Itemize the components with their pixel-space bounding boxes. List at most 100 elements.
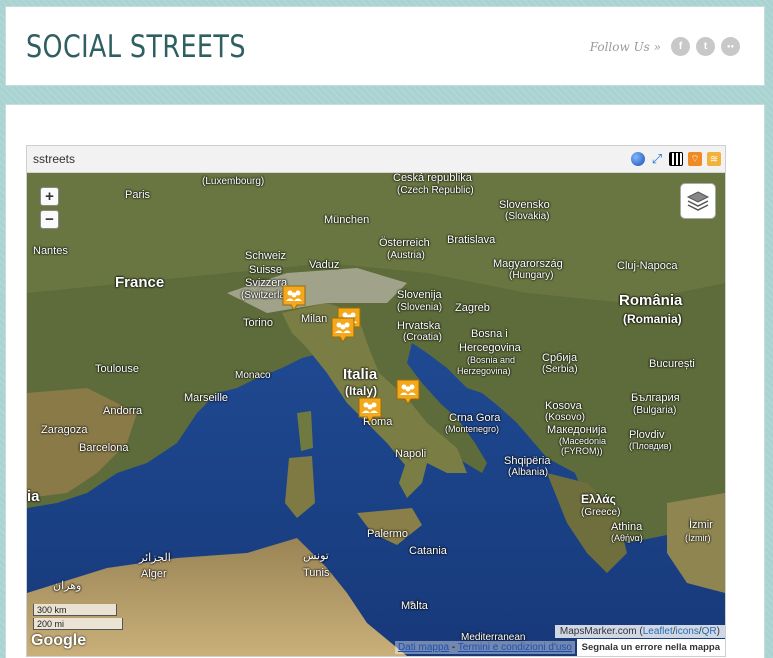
map-label-catania: Catania (409, 545, 447, 557)
map-label-bosnia: (Bosnia and (467, 355, 516, 365)
map-label-monaco: Monaco (235, 370, 271, 381)
map-label-serbia: (Serbia) (542, 364, 578, 375)
map-label-izmir: İzmir (689, 519, 713, 531)
map-label-athina-gr: (Αθήνα) (611, 533, 643, 543)
facebook-icon[interactable]: f (671, 37, 690, 56)
layers-button[interactable] (680, 183, 716, 219)
map-label-kosova: Kosova (545, 400, 582, 412)
map-marker-social-street[interactable] (396, 379, 420, 405)
map-label-plovdiv-bg: (Пловдив) (629, 441, 672, 451)
map-label-makedonija: Македонија (547, 424, 607, 436)
group-icon (282, 285, 306, 311)
map-label-milano: Milan (301, 313, 328, 325)
map-label-greece: (Greece) (581, 507, 621, 518)
attrib-separator: - (449, 642, 458, 653)
zoom-out-button[interactable]: − (40, 210, 59, 229)
map-label-france: France (115, 274, 165, 291)
map-label-italy: (Italy) (345, 384, 378, 398)
map-label-bulgaria-sub: (Bulgaria) (633, 405, 677, 416)
map-label-torino: Torino (243, 317, 273, 329)
google-earth-icon[interactable] (631, 152, 645, 166)
map-label-ellada: Ελλάς (581, 492, 616, 506)
map-label-barcelona: Barcelona (79, 442, 129, 454)
map-label-croatia: (Croatia) (403, 332, 442, 343)
map-label-shqiperia: Shqipëria (504, 455, 551, 467)
rss-feed-icon[interactable]: ⌔ (688, 152, 702, 166)
map-label-albania: (Albania) (508, 467, 549, 478)
map-label-crna-gora: Crna Gora (449, 412, 501, 424)
map-label-toulouse: Toulouse (95, 363, 140, 375)
scale-mi: 200 mi (33, 618, 123, 630)
map-attribution: Dati mappa - Termini e condizioni d'uso (394, 641, 575, 654)
map-label-romania: România (619, 292, 683, 309)
map-label-alger: Alger (141, 568, 167, 580)
map-label-malta: Malta (401, 600, 428, 612)
map-widget: sstreets ⤢ ⌔ ≋ + − (Luxembourg) Česká re… (26, 145, 726, 657)
qr-link[interactable]: QR (702, 626, 717, 637)
map-label-athina: Athina (611, 521, 643, 533)
map-label-slovenija: Slovenija (397, 289, 442, 301)
map-label-osterreich: Österreich (379, 237, 430, 249)
map-title: sstreets (33, 152, 76, 166)
map-label-cluj: Cluj-Napoca (617, 260, 678, 272)
map-label-tunis: Tunis (303, 567, 330, 579)
geo-rss-icon[interactable]: ≋ (707, 152, 721, 166)
map-label-zaragoza: Zaragoza (41, 424, 88, 436)
map-label-romania-sub: (Romania) (623, 312, 682, 326)
map-label-hercegovina: Hercegovina (459, 342, 521, 354)
map-label-marseille: Marseille (184, 392, 229, 404)
map-label-vaduz: Vaduz (309, 259, 340, 271)
follow-label: Follow Us » (589, 39, 661, 54)
map-label-osterreich-sub: (Austria) (387, 250, 425, 261)
site-title[interactable]: SOCIAL STREETS (26, 29, 246, 65)
qr-code-icon[interactable] (669, 152, 683, 166)
report-error-link[interactable]: Segnala un errore nella mappa (576, 639, 725, 656)
map-label-napoli: Napoli (395, 448, 427, 460)
map-label-palermo: Palermo (367, 528, 408, 540)
map-label-fyrom: (FYROM)) (561, 446, 603, 456)
map-label-wahran: وهران (53, 580, 82, 592)
google-logo: Google (31, 632, 87, 649)
map-label-magyarorszag-sub: (Hungary) (509, 270, 554, 281)
fullscreen-icon[interactable]: ⤢ (650, 151, 664, 166)
map-label-izmir-tr: (İzmir) (685, 533, 711, 543)
map-label-suisse: Suisse (249, 264, 283, 276)
map-marker-social-street[interactable] (282, 285, 306, 311)
map-label-paris: Paris (125, 189, 151, 201)
map-marker-social-street[interactable] (331, 317, 355, 343)
content-area: sstreets ⤢ ⌔ ≋ + − (Luxembourg) Česká re… (5, 104, 765, 658)
map-label-schweiz: Schweiz (245, 250, 286, 262)
zoom-in-button[interactable]: + (40, 187, 59, 206)
credit-prefix: MapsMarker.com ( (559, 626, 643, 637)
group-icon (358, 397, 382, 423)
map-label-magyarorszag: Magyarország (493, 258, 563, 270)
map-label-ceska-sub: (Czech Republic) (397, 185, 474, 196)
map-canvas[interactable]: + − (Luxembourg) Česká republika (Czech … (27, 173, 725, 656)
map-label-nantes: Nantes (33, 245, 68, 257)
map-label-srbija: Србија (542, 352, 578, 364)
group-icon (331, 317, 355, 343)
maps-marker-credit: MapsMarker.com (Leaflet/icons/QR) (554, 625, 725, 638)
map-label-ceska: Česká republika (393, 173, 472, 184)
map-label-al-jazair: الجزائر (139, 552, 171, 564)
map-label-herzegovina: Herzegovina) (457, 366, 511, 376)
map-marker-social-street[interactable] (358, 397, 382, 423)
map-data-link[interactable]: Dati mappa (398, 642, 449, 653)
scale-km: 300 km (33, 604, 117, 616)
leaflet-link[interactable]: Leaflet (643, 626, 673, 637)
flickr-icon[interactable]: ●● (721, 37, 740, 56)
map-label-montenegro: (Montenegro) (445, 424, 500, 434)
layers-icon (686, 191, 710, 211)
map-label-tunis-ar: تونس (303, 550, 329, 562)
map-label-luxembourg: (Luxembourg) (202, 176, 265, 187)
map-label-kosovo: (Kosovo) (545, 412, 586, 423)
map-label-svizzera: Svizzera (245, 277, 288, 289)
site-header: SOCIAL STREETS Follow Us » f t ●● (5, 6, 765, 86)
icons-link[interactable]: icons (676, 626, 699, 637)
twitter-icon[interactable]: t (696, 37, 715, 56)
terms-link[interactable]: Termini e condizioni d'uso (458, 642, 572, 653)
follow-us: Follow Us » f t ●● (590, 37, 740, 56)
map-label-slovensko-sub: (Slovakia) (505, 211, 550, 222)
map-label-hrvatska: Hrvatska (397, 320, 441, 332)
map-label-macedonia: (Macedonia (559, 436, 607, 446)
